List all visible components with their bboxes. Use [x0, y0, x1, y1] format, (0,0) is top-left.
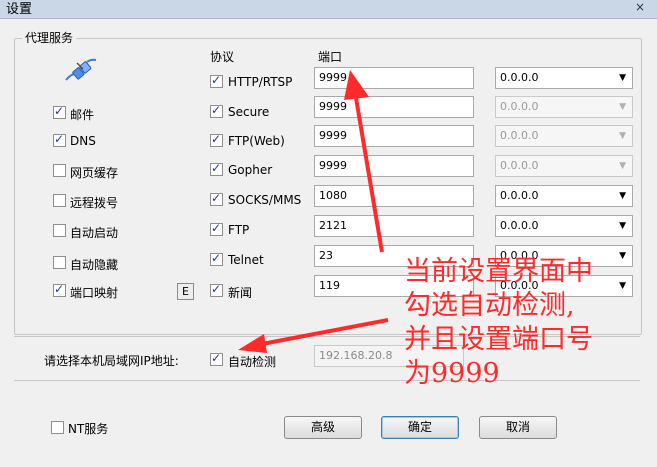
annotation-line-4: 为9999 [404, 358, 500, 389]
arrow-to-port [344, 70, 384, 253]
annotation-arrows [238, 70, 389, 353]
annotation-line-2: 勾选自动检测, [404, 290, 575, 321]
annotation-line-3: 并且设置端口号 [404, 324, 593, 355]
arrow-to-auto-detect [238, 318, 389, 353]
annotation-line-1: 当前设置界面中 [404, 256, 593, 287]
